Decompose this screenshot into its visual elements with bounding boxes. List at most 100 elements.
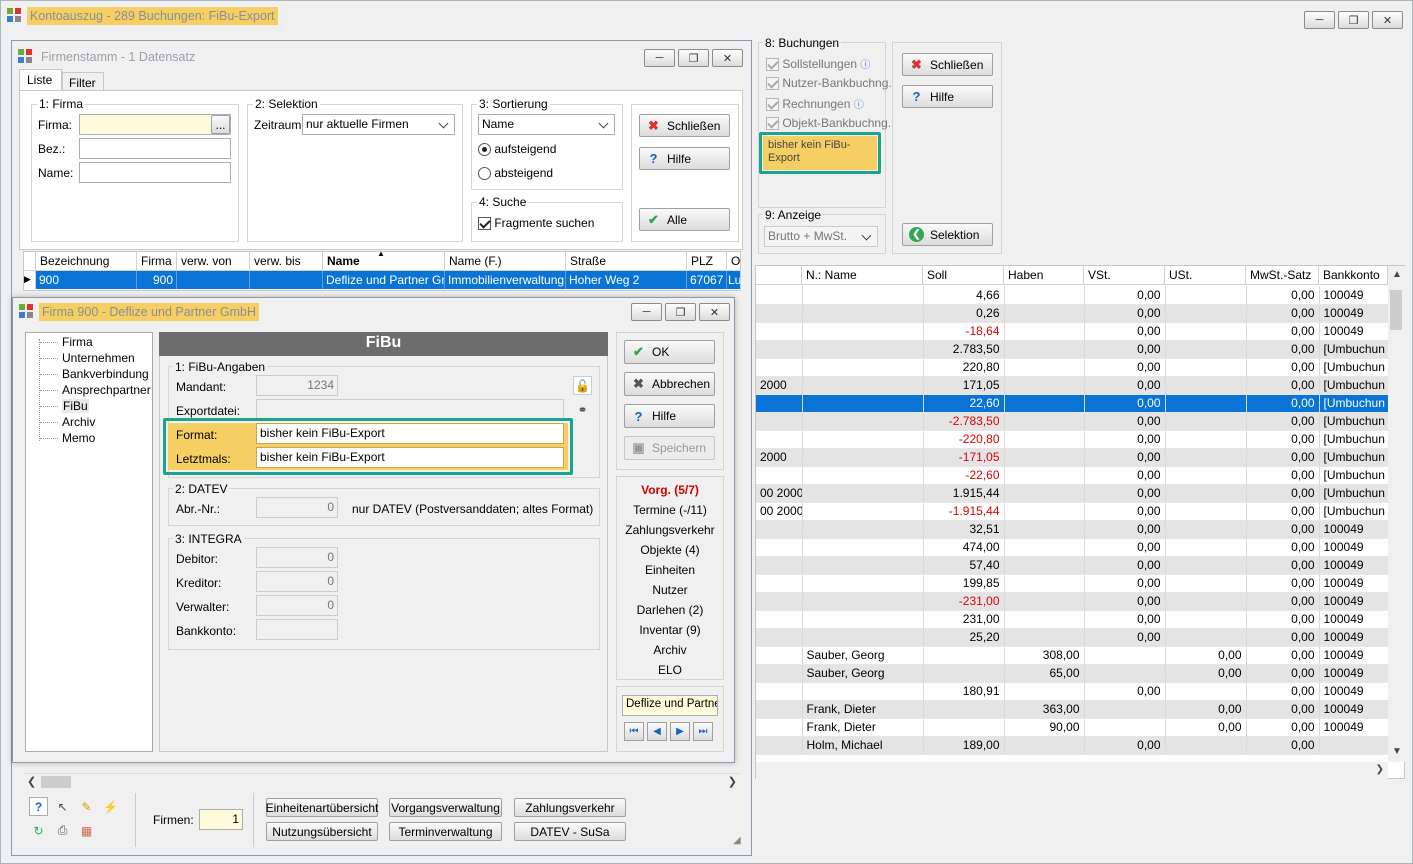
table-row[interactable]: -231,00 0,00 0,00 100049 bbox=[756, 592, 1388, 611]
resize-grip-icon[interactable]: ◢ bbox=[733, 835, 741, 846]
table-row[interactable]: 231,00 0,00 0,00 100049 bbox=[756, 610, 1388, 629]
datev-susa-button[interactable]: DATEV - SuSa bbox=[514, 822, 626, 841]
zahlungsverkehr-button[interactable]: Zahlungsverkehr bbox=[514, 798, 626, 817]
printer-icon[interactable]: ⎙ bbox=[53, 821, 72, 840]
vscroll-thumb[interactable] bbox=[1390, 290, 1402, 330]
bankkonto-field[interactable] bbox=[256, 619, 338, 640]
ledger-col-vst[interactable]: VSt. bbox=[1084, 266, 1165, 284]
link-item[interactable]: Darlehen (2) bbox=[616, 603, 724, 617]
table-row[interactable]: -220,80 0,00 0,00 [Umbuchun bbox=[756, 430, 1388, 449]
tab-liste[interactable]: Liste bbox=[19, 69, 62, 91]
bez-input[interactable] bbox=[79, 138, 231, 159]
table-row[interactable]: 4,66 0,00 0,00 100049 bbox=[756, 286, 1388, 305]
selektion-button[interactable]: ❮ Selektion bbox=[902, 223, 993, 246]
tree-item-bankverbindung[interactable]: Bankverbindung bbox=[62, 367, 149, 381]
exportdatei-field[interactable] bbox=[256, 399, 564, 420]
col-plz[interactable]: PLZ bbox=[687, 252, 727, 270]
table-row[interactable]: 2000 -171,05 0,00 0,00 [Umbuchun bbox=[756, 448, 1388, 467]
minimize-button[interactable]: ─ bbox=[1304, 11, 1335, 29]
last-record-icon[interactable]: ⏭ bbox=[693, 722, 713, 741]
sort-asc-option[interactable]: aufsteigend bbox=[478, 142, 556, 157]
rechnungen-checkbox[interactable] bbox=[766, 98, 779, 112]
scroll-left-icon[interactable]: ❮ bbox=[27, 775, 36, 788]
link-item[interactable]: Archiv bbox=[616, 643, 724, 657]
fragmente-option[interactable]: Fragmente suchen bbox=[478, 216, 594, 231]
fragmente-checkbox[interactable] bbox=[478, 217, 491, 231]
objekt-bankbuchng-checkbox[interactable] bbox=[766, 117, 779, 131]
firmenstamm-help-button[interactable]: ? Hilfe bbox=[639, 147, 730, 170]
firmen-list-row[interactable]: ▶ 900 900 Deflize und Partner GmbH Immob… bbox=[24, 271, 740, 289]
col-verw-von[interactable]: verw. von bbox=[177, 252, 250, 270]
desc-radio[interactable] bbox=[478, 167, 491, 181]
scroll-right-icon[interactable]: ❯ bbox=[1376, 764, 1384, 775]
col-bezeichnung[interactable]: Bezeichnung bbox=[36, 252, 137, 270]
col-verw-bis[interactable]: verw. bis bbox=[250, 252, 323, 270]
link-item[interactable]: Termine (-/11) bbox=[616, 503, 724, 517]
check-nutzer-bankbuchng[interactable]: Nutzer-Bankbuchng. bbox=[766, 76, 892, 91]
table-row[interactable]: 32,51 0,00 0,00 100049 bbox=[756, 520, 1388, 539]
pointer-icon[interactable]: ↖ bbox=[53, 797, 72, 816]
table-row[interactable]: 00 2000 1.915,44 0,00 0,00 [Umbuchun bbox=[756, 484, 1388, 503]
maximize-button[interactable]: ❐ bbox=[665, 303, 696, 321]
ok-button[interactable]: ✔ OK bbox=[624, 340, 715, 364]
check-sollstellungen[interactable]: Sollstellungen ⓘ bbox=[766, 56, 870, 72]
ledger-col-soll[interactable]: Soll bbox=[923, 266, 1004, 284]
firmenstamm-close-button[interactable]: ✖ Schließen bbox=[639, 114, 730, 137]
dialog-help-button[interactable]: ? Hilfe bbox=[624, 404, 715, 428]
table-row[interactable]: 57,40 0,00 0,00 100049 bbox=[756, 556, 1388, 575]
table-row[interactable]: -2.783,50 0,00 0,00 [Umbuchun bbox=[756, 412, 1388, 431]
sort-select[interactable]: Name bbox=[478, 114, 615, 135]
table-row[interactable]: Frank, Dieter 90,00 0,00 0,00 100049 bbox=[756, 718, 1388, 737]
speichern-button[interactable]: ▣ Speichern bbox=[624, 436, 715, 460]
zeitraum-select[interactable]: nur aktuelle Firmen bbox=[302, 114, 455, 135]
prev-record-icon[interactable]: ◀ bbox=[647, 722, 667, 741]
scroll-down-icon[interactable]: ▼ bbox=[1392, 746, 1402, 757]
mandant-field[interactable]: 1234 bbox=[256, 375, 338, 396]
refresh-icon[interactable]: ↻ bbox=[29, 821, 48, 840]
debitor-field[interactable]: 0 bbox=[256, 547, 338, 568]
abr-field[interactable]: 0 bbox=[256, 497, 338, 518]
ledger-hscrollbar[interactable]: ❯ bbox=[756, 762, 1388, 779]
abbrechen-button[interactable]: ✖ Abbrechen bbox=[624, 372, 715, 396]
table-row[interactable]: 2.783,50 0,00 0,00 [Umbuchun bbox=[756, 340, 1388, 359]
ledger-col-haben[interactable]: Haben bbox=[1004, 266, 1084, 284]
check-rechnungen[interactable]: Rechnungen ⓘ bbox=[766, 96, 864, 112]
table-row[interactable]: 474,00 0,00 0,00 100049 bbox=[756, 538, 1388, 557]
help-icon[interactable]: ? bbox=[29, 797, 48, 816]
kreditor-field[interactable]: 0 bbox=[256, 571, 338, 592]
grid-view-icon[interactable]: ▦ bbox=[77, 821, 96, 840]
tree-item-unternehmen[interactable]: Unternehmen bbox=[62, 351, 135, 365]
ledger-col-bank[interactable]: Bankkonto bbox=[1319, 266, 1388, 284]
tree-item-ansprechpartner[interactable]: Ansprechpartner bbox=[62, 383, 151, 397]
link-item[interactable]: Einheiten bbox=[616, 563, 724, 577]
terminverwaltung-button[interactable]: Terminverwaltung bbox=[389, 822, 502, 841]
link-item[interactable]: Zahlungsverkehr bbox=[616, 523, 724, 537]
sollstellungen-checkbox[interactable] bbox=[766, 58, 779, 72]
table-row[interactable]: 00 2000 -1.915,44 0,00 0,00 [Umbuchun bbox=[756, 502, 1388, 521]
tree-item-memo[interactable]: Memo bbox=[62, 431, 95, 445]
close-window-button[interactable]: ✕ bbox=[699, 303, 730, 321]
nutzer-bankbuchng-checkbox[interactable] bbox=[766, 77, 779, 91]
table-row[interactable]: 220,80 0,00 0,00 [Umbuchun bbox=[756, 358, 1388, 377]
scroll-up-icon[interactable]: ▲ bbox=[1392, 269, 1402, 280]
close-window-button[interactable]: ✕ bbox=[1372, 11, 1403, 29]
table-row[interactable]: 2000 171,05 0,00 0,00 [Umbuchun bbox=[756, 376, 1388, 395]
asc-radio[interactable] bbox=[478, 143, 491, 157]
col-name[interactable]: Name ▲ bbox=[323, 252, 445, 270]
col-ort[interactable]: O bbox=[727, 252, 740, 270]
einheitenartuebersicht-button[interactable]: Einheitenartübersicht bbox=[266, 798, 378, 817]
table-row[interactable]: 180,91 0,00 0,00 100049 bbox=[756, 682, 1388, 701]
ledger-col-name[interactable]: N.: Name bbox=[802, 266, 923, 284]
maximize-button[interactable]: ❐ bbox=[1338, 11, 1369, 29]
close-window-button[interactable]: ✕ bbox=[712, 49, 743, 67]
first-record-icon[interactable]: ⏮ bbox=[624, 722, 644, 741]
minimize-button[interactable]: ─ bbox=[631, 303, 662, 321]
table-row[interactable]: Sauber, Georg 308,00 0,00 0,00 100049 bbox=[756, 646, 1388, 665]
col-name-f[interactable]: Name (F.) bbox=[445, 252, 566, 270]
link-item[interactable]: ELO bbox=[616, 663, 724, 677]
col-firma[interactable]: Firma bbox=[137, 252, 177, 270]
link-item[interactable]: Objekte (4) bbox=[616, 543, 724, 557]
table-row[interactable]: 25,20 0,00 0,00 100049 bbox=[756, 628, 1388, 647]
table-row[interactable]: Sauber, Georg 65,00 0,00 0,00 100049 bbox=[756, 664, 1388, 683]
check-objekt-bankbuchng[interactable]: Objekt-Bankbuchng. bbox=[766, 116, 891, 131]
